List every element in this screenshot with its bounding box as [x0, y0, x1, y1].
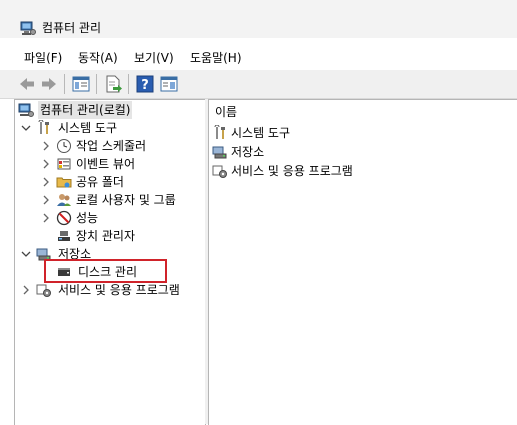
toolbar-separator	[128, 74, 129, 94]
window-title: 컴퓨터 관리	[42, 21, 102, 35]
tree-label-task-scheduler: 작업 스케줄러	[76, 139, 147, 153]
tools-icon	[214, 125, 225, 139]
device-manager-icon	[58, 231, 70, 241]
tree-node-local-users-groups[interactable]: 로컬 사용자 및 그룹	[18, 191, 204, 209]
computer-management-icon	[18, 103, 34, 117]
export-list-icon[interactable]	[102, 73, 124, 95]
back-icon[interactable]	[16, 73, 38, 95]
tree-label-shared-folders: 공유 폴더	[76, 175, 124, 189]
highlight-annotation	[44, 259, 167, 283]
chevron-right-icon[interactable]	[40, 176, 52, 188]
menu-bar: 파일(F) 동작(A) 보기(V) 도움말(H)	[0, 46, 517, 70]
tree-node-shared-folders[interactable]: 공유 폴더	[18, 173, 204, 191]
list-label-services-applications: 서비스 및 응용 프로그램	[231, 164, 353, 178]
performance-icon	[56, 210, 72, 226]
clock-icon	[57, 139, 71, 153]
chevron-right-icon[interactable]	[20, 284, 32, 296]
tree-node-event-viewer[interactable]: 이벤트 뷰어	[18, 155, 204, 173]
forward-icon[interactable]	[38, 73, 60, 95]
tree-label-services-applications: 서비스 및 응용 프로그램	[58, 283, 180, 297]
help-icon[interactable]: ?	[134, 73, 156, 95]
services-icon	[212, 165, 227, 178]
tree-label-performance: 성능	[76, 211, 99, 225]
toolbar-separator	[64, 74, 65, 94]
computer-management-icon	[20, 21, 36, 35]
tree-label-root: 컴퓨터 관리(로컬)	[38, 101, 133, 119]
chevron-right-icon[interactable]	[40, 140, 52, 152]
storage-icon	[212, 146, 227, 159]
tree-node-system-tools[interactable]: 시스템 도구	[18, 119, 204, 137]
list-label-storage: 저장소	[231, 145, 265, 159]
shared-folder-icon	[56, 177, 72, 188]
tools-icon	[38, 120, 49, 134]
menu-action[interactable]: 동작(A)	[78, 50, 118, 66]
menu-file[interactable]: 파일(F)	[24, 50, 62, 66]
chevron-down-icon[interactable]	[20, 248, 32, 260]
tree-node-services-applications[interactable]: 서비스 및 응용 프로그램	[18, 281, 204, 299]
title-bar: 컴퓨터 관리	[0, 0, 517, 38]
column-header-name[interactable]: 이름	[215, 104, 237, 120]
chevron-right-icon[interactable]	[40, 212, 52, 224]
users-icon	[57, 194, 71, 206]
tree-label-local-users-groups: 로컬 사용자 및 그룹	[76, 193, 176, 207]
tree-label-device-manager: 장치 관리자	[76, 229, 136, 243]
tree-node-task-scheduler[interactable]: 작업 스케줄러	[18, 137, 204, 155]
tree-node-performance[interactable]: 성능	[18, 209, 204, 227]
chevron-down-icon[interactable]	[20, 122, 32, 134]
toolbar: ?	[0, 70, 517, 99]
chevron-right-icon[interactable]	[40, 194, 52, 206]
tree-label-event-viewer: 이벤트 뷰어	[76, 157, 136, 171]
toolbar-separator	[96, 74, 97, 94]
tree-node-root[interactable]: 컴퓨터 관리(로컬)	[18, 101, 204, 119]
tree-label-system-tools: 시스템 도구	[58, 121, 118, 135]
list-label-system-tools: 시스템 도구	[231, 126, 291, 140]
services-icon	[36, 284, 51, 297]
menu-view[interactable]: 보기(V)	[134, 50, 174, 66]
svg-text:?: ?	[141, 78, 149, 93]
show-hide-tree-icon[interactable]	[70, 73, 92, 95]
tree-node-device-manager[interactable]: 장치 관리자	[18, 227, 204, 245]
properties-pane-icon[interactable]	[158, 73, 180, 95]
event-viewer-icon	[57, 158, 71, 170]
menu-help[interactable]: 도움말(H)	[190, 50, 242, 66]
chevron-right-icon[interactable]	[40, 158, 52, 170]
